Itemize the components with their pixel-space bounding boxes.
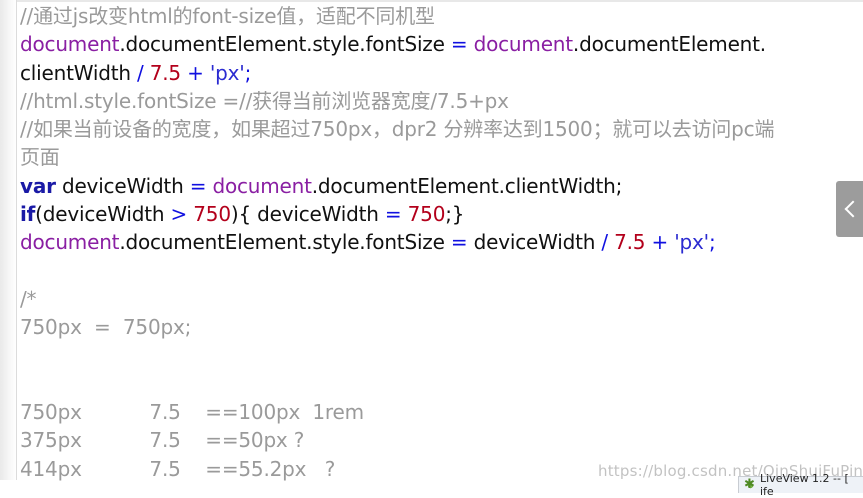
code-token: deviceWidth [467,230,602,255]
code-token: (deviceWidth [35,202,171,227]
code-token: + [187,60,204,85]
code-token: //如果当前设备的宽度，如果超过750px，dpr2 分辨率达到1500；就可以… [20,117,775,142]
code-token: 'px' [209,60,245,85]
liveview-icon [744,477,756,492]
side-panel-toggle[interactable] [836,181,863,237]
code-editor[interactable]: //通过js改变html的font-size值，适配不同机型 document.d… [0,0,863,493]
code-token: deviceWidth [250,202,385,227]
code-token: 375px 7.5 ==50px ? [20,428,305,453]
code-token: 750px = 750px; [20,315,192,340]
code-line[interactable]: //通过js改变html的font-size值，适配不同机型 [20,2,860,30]
code-token: 页面 [20,145,60,170]
code-line[interactable]: 页面 [20,143,860,171]
code-line[interactable]: document.documentElement.style.fontSize … [20,30,860,58]
code-token: 414px 7.5 ==55.2px ? [20,456,336,481]
code-token: ; [708,230,716,255]
code-token: = [450,32,468,57]
code-line[interactable]: if(deviceWidth > 750){ deviceWidth = 750… [20,200,860,228]
code-token: /* [20,286,37,311]
code-token: 750px 7.5 ==100px 1rem [20,400,364,425]
code-line[interactable]: /* [20,285,860,313]
code-token: = [384,202,402,227]
code-token: > [170,202,188,227]
code-token: 'px' [674,230,709,255]
code-token: .documentElement.clientWidth; [311,173,623,198]
code-token: + [651,230,669,255]
chevron-left-icon [844,200,861,218]
code-token: ;} [445,202,465,227]
code-line[interactable]: 375px 7.5 ==50px ? [20,426,860,454]
code-line[interactable]: 750px = 750px; [20,313,860,341]
code-line[interactable]: 750px 7.5 ==100px 1rem [20,398,860,426]
code-line[interactable]: //如果当前设备的宽度，如果超过750px，dpr2 分辨率达到1500；就可以… [20,115,860,143]
code-area[interactable]: //通过js改变html的font-size值，适配不同机型 document.d… [20,2,860,483]
liveview-status[interactable]: LiveView 1.2 -- [ ife [738,472,863,498]
code-line[interactable]: var deviceWidth = document.documentEleme… [20,172,860,200]
code-token: document [20,32,120,57]
code-token: document [473,32,574,57]
editor-gutter [0,0,17,480]
code-token: 750 [407,202,446,227]
code-token: .documentElement. [572,32,766,57]
code-token: //html.style.fontSize =//获得当前浏览器宽度/7.5+p… [20,88,509,113]
code-token: deviceWidth [55,173,190,198]
code-line[interactable] [20,342,860,370]
code-line[interactable]: clientWidth / 7.5 + 'px'; [20,59,860,87]
code-token: 7.5 [149,60,181,85]
code-line[interactable] [20,370,860,398]
code-token: .documentElement.style.fontSize [119,32,451,57]
overflow-marker [857,118,863,140]
code-token: document [212,173,312,198]
code-line[interactable]: //html.style.fontSize =//获得当前浏览器宽度/7.5+p… [20,87,860,115]
code-token: .documentElement.style.fontSize [119,230,451,255]
code-token: ){ [230,202,251,227]
liveview-label: LiveView 1.2 -- [ ife [760,472,849,498]
code-token: var [20,173,56,198]
code-token: document [20,230,120,255]
code-line[interactable]: document.documentElement.style.fontSize … [20,228,860,256]
code-token: 750 [193,202,231,227]
code-token: clientWidth [20,60,137,85]
code-token: 7.5 [614,230,646,255]
code-token: if [20,202,36,227]
code-line[interactable] [20,257,860,285]
code-token: = [450,230,468,255]
code-token: = [189,173,207,198]
code-token: ; [244,60,252,85]
code-token: //通过js改变html的font-size值，适配不同机型 [20,4,435,28]
